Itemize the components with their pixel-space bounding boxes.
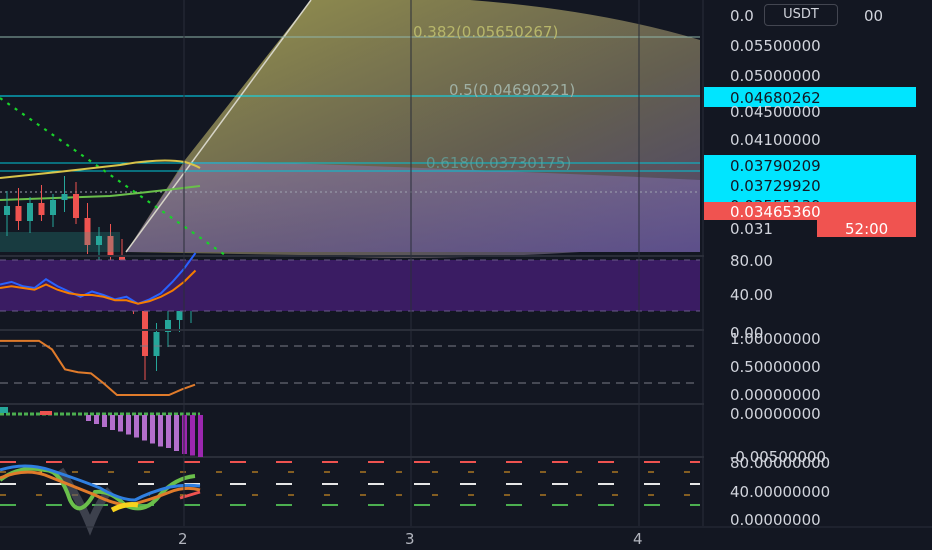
price-axis-top-partial-tail: 00 — [864, 7, 883, 25]
osc-axis-label: 40.00000000 — [730, 483, 830, 501]
macd-bar — [166, 415, 171, 448]
price-axis-label: 0.05000000 — [730, 67, 821, 85]
macd-bar — [142, 415, 147, 441]
macd-bar — [118, 415, 123, 432]
macd-bar — [158, 415, 163, 447]
volume-bars — [0, 232, 120, 252]
macd-bar — [110, 415, 115, 430]
candle-body — [73, 194, 79, 218]
candle-body — [176, 311, 183, 320]
rsi-axis-label: 40.00 — [730, 286, 773, 304]
currency-selector-button[interactable]: USDT — [764, 4, 838, 26]
candle-body — [61, 194, 68, 200]
trading-chart[interactable]: 0.382(0.05650267) 0.5(0.04690221) 0.618(… — [0, 0, 932, 550]
macd-bar — [198, 415, 203, 457]
price-axis-top-partial: 0.0 — [730, 7, 754, 25]
time-axis-label: 4 — [633, 530, 643, 548]
candle-body — [38, 203, 45, 215]
stoch-axis-label: 0.50000000 — [730, 358, 821, 376]
macd-axis-label: 0.00000000 — [730, 405, 821, 423]
osc-axis-label: 0.00000000 — [730, 511, 821, 529]
osc-axis-label: 80.00000000 — [730, 454, 830, 472]
countdown-tag: 52:00 — [845, 220, 888, 238]
price-axis-label: 0.04500000 — [730, 103, 821, 121]
main-price-pane[interactable] — [0, 0, 700, 380]
stoch-pane[interactable] — [0, 339, 700, 396]
macd-bar — [94, 415, 99, 424]
price-axis-label: 0.05500000 — [730, 37, 821, 55]
price-tag: 0.03790209 — [730, 157, 821, 175]
macd-bar — [174, 415, 179, 451]
rsi-pane[interactable] — [0, 252, 700, 312]
macd-bar — [134, 415, 139, 438]
fib-label-618: 0.618(0.03730175) — [426, 154, 571, 172]
candle-body — [15, 206, 22, 221]
fib-label-5: 0.5(0.04690221) — [449, 81, 575, 99]
macd-pane[interactable] — [0, 407, 203, 457]
stoch-axis-label: 0.00000000 — [730, 386, 821, 404]
time-axis-label: 2 — [178, 530, 188, 548]
macd-bar — [86, 415, 91, 421]
stoch-axis-label: 1.00000000 — [730, 330, 821, 348]
macd-bar — [126, 415, 131, 435]
rsi-band — [0, 260, 700, 311]
price-tag: 0.03729920 — [730, 177, 821, 195]
time-axis-label: 3 — [405, 530, 415, 548]
oscillator-pane[interactable] — [0, 461, 700, 536]
candle-body — [4, 206, 10, 215]
fib-label-382: 0.382(0.05650267) — [413, 23, 558, 41]
rsi-axis-label: 80.00 — [730, 252, 773, 270]
candle-body — [50, 200, 56, 215]
macd-bar — [150, 415, 155, 444]
candle-body — [153, 332, 160, 356]
macd-bar — [102, 415, 107, 427]
price-axis-label: 0.04100000 — [730, 131, 821, 149]
macd-histogram — [86, 415, 203, 457]
current-price-tag: 0.03465360 — [730, 203, 821, 221]
macd-bar — [190, 415, 195, 456]
candle-body — [27, 203, 33, 221]
price-axis-label-partial: 0.031 — [730, 220, 773, 238]
stoch-line — [0, 339, 196, 396]
